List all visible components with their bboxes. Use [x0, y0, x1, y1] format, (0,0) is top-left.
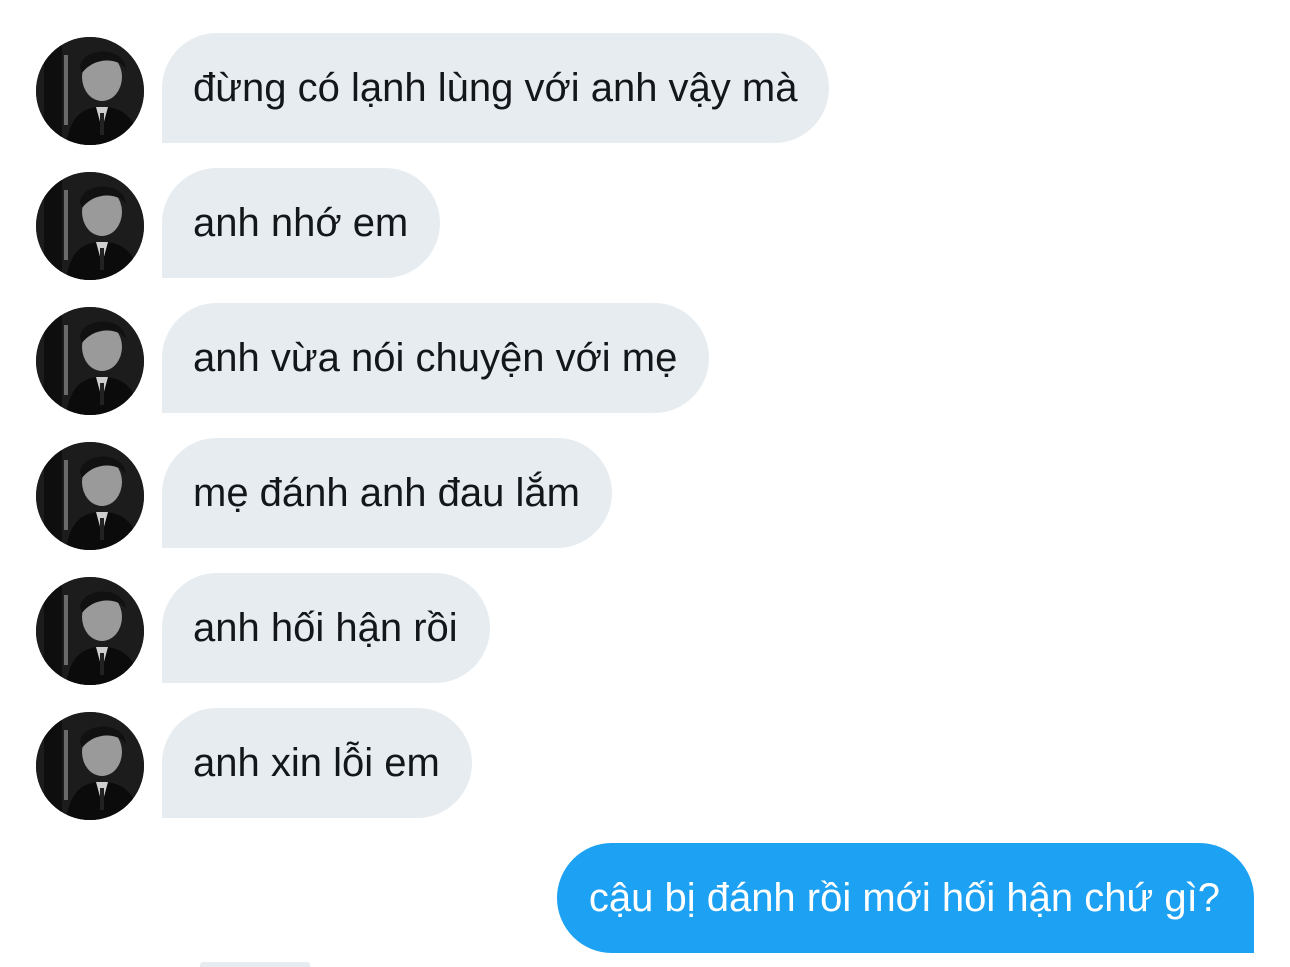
message-thread: đừng có lạnh lùng với anh vậy mà anh nhớ…	[0, 0, 1290, 967]
incoming-message-bubble[interactable]: anh nhớ em	[162, 168, 441, 278]
incoming-message-bubble[interactable]: đừng có lạnh lùng với anh vậy mà	[162, 33, 830, 143]
avatar-photo-icon[interactable]	[36, 442, 144, 550]
next-message-bubble-partial	[200, 962, 310, 967]
incoming-message-bubble[interactable]: anh xin lỗi em	[162, 708, 472, 818]
avatar-photo-icon[interactable]	[36, 37, 144, 145]
avatar-photo-icon[interactable]	[36, 307, 144, 415]
avatar-photo-icon[interactable]	[36, 577, 144, 685]
outgoing-message-bubble[interactable]: cậu bị đánh rồi mới hối hận chứ gì?	[556, 843, 1254, 953]
avatar-photo-icon[interactable]	[36, 712, 144, 820]
incoming-message-bubble[interactable]: anh hối hận rồi	[162, 573, 490, 683]
outgoing-message-row: cậu bị đánh rồi mới hối hận chứ gì?	[556, 843, 1254, 953]
incoming-message-bubble[interactable]: mẹ đánh anh đau lắm	[162, 438, 612, 548]
avatar-photo-icon[interactable]	[36, 172, 144, 280]
incoming-message-bubble[interactable]: anh vừa nói chuyện với mẹ	[162, 303, 710, 413]
